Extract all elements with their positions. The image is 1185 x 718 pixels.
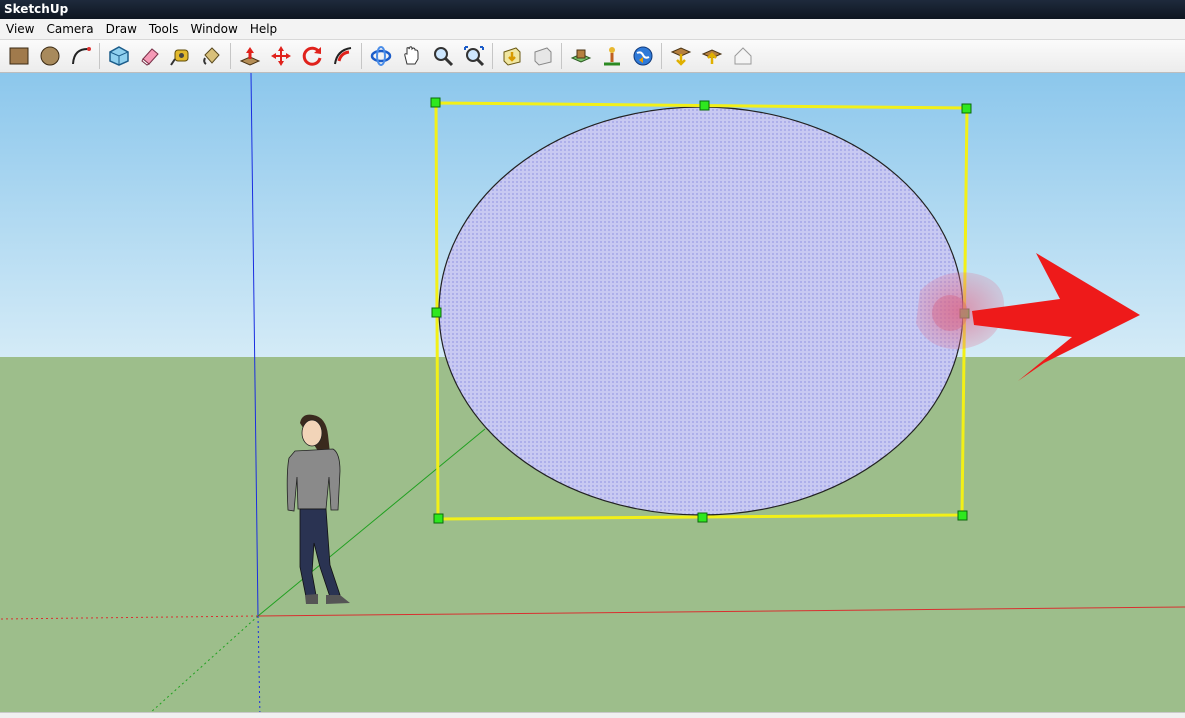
window-title: SketchUp bbox=[4, 2, 69, 16]
share-component-button[interactable] bbox=[697, 42, 726, 71]
grip-bottom-middle[interactable] bbox=[697, 512, 708, 523]
rectangle-tool-icon bbox=[9, 47, 28, 65]
make-component-button[interactable] bbox=[104, 42, 133, 71]
pan-button[interactable] bbox=[397, 42, 426, 71]
grip-bottom-left[interactable] bbox=[433, 513, 444, 524]
tape-measure-icon bbox=[169, 49, 188, 66]
menu-help[interactable]: Help bbox=[244, 19, 283, 40]
follow-me-button[interactable] bbox=[328, 42, 357, 71]
pan-icon bbox=[403, 46, 418, 65]
toolbar-separator bbox=[561, 43, 562, 69]
orbit-button[interactable] bbox=[366, 42, 395, 71]
rotate-icon bbox=[302, 46, 321, 66]
add-location-button[interactable] bbox=[566, 42, 595, 71]
arc-tool-icon bbox=[71, 47, 91, 65]
grip-top-middle[interactable] bbox=[699, 100, 710, 111]
get-models-button[interactable] bbox=[497, 42, 526, 71]
tape-measure-button[interactable] bbox=[166, 42, 195, 71]
scene-canvas[interactable] bbox=[0, 73, 1185, 718]
follow-me-icon bbox=[333, 47, 351, 65]
share-model-icon bbox=[534, 47, 551, 66]
zoom-extents-icon bbox=[463, 46, 484, 67]
move-button[interactable] bbox=[266, 42, 295, 71]
grip-top-right[interactable] bbox=[961, 103, 972, 114]
orbit-icon bbox=[370, 46, 391, 66]
toolbar-separator bbox=[230, 43, 231, 69]
toggle-terrain-icon bbox=[603, 47, 620, 66]
add-location-icon bbox=[570, 49, 591, 63]
push-pull-button[interactable] bbox=[235, 42, 264, 71]
grip-left-middle[interactable] bbox=[431, 307, 442, 318]
get-models-2-button[interactable] bbox=[666, 42, 695, 71]
eraser-button[interactable] bbox=[135, 42, 164, 71]
menu-view[interactable]: View bbox=[0, 19, 40, 40]
menu-bar: View Camera Draw Tools Window Help bbox=[0, 19, 1185, 40]
toolbar-separator bbox=[492, 43, 493, 69]
menu-window[interactable]: Window bbox=[184, 19, 243, 40]
circle-tool-button[interactable] bbox=[35, 42, 64, 71]
make-component-icon bbox=[108, 46, 129, 66]
grip-top-left[interactable] bbox=[430, 97, 441, 108]
menu-tools[interactable]: Tools bbox=[143, 19, 185, 40]
paint-bucket-icon bbox=[202, 47, 220, 65]
arc-tool-button[interactable] bbox=[66, 42, 95, 71]
menu-camera[interactable]: Camera bbox=[40, 19, 99, 40]
status-bar bbox=[0, 712, 1185, 718]
menu-draw[interactable]: Draw bbox=[100, 19, 143, 40]
upload-building-button[interactable] bbox=[728, 42, 757, 71]
toolbar-separator bbox=[99, 43, 100, 69]
eraser-icon bbox=[140, 48, 159, 66]
share-model-button[interactable] bbox=[528, 42, 557, 71]
grip-bottom-right[interactable] bbox=[957, 510, 968, 521]
drawing-viewport[interactable] bbox=[0, 73, 1185, 718]
upload-building-icon bbox=[734, 47, 751, 65]
circle-tool-icon bbox=[40, 46, 59, 66]
paint-bucket-button[interactable] bbox=[197, 42, 226, 71]
share-component-icon bbox=[701, 49, 722, 64]
toolbar-separator bbox=[361, 43, 362, 69]
preview-google-earth-button[interactable] bbox=[628, 42, 657, 71]
get-models-2-icon bbox=[670, 47, 691, 66]
rotate-button[interactable] bbox=[297, 42, 326, 71]
ellipse-face[interactable] bbox=[438, 106, 964, 516]
preview-google-earth-icon bbox=[633, 46, 652, 66]
toolbar-separator bbox=[661, 43, 662, 69]
zoom-extents-button[interactable] bbox=[459, 42, 488, 71]
zoom-button[interactable] bbox=[428, 42, 457, 71]
main-toolbar bbox=[0, 40, 1185, 73]
toggle-terrain-button[interactable] bbox=[597, 42, 626, 71]
get-models-icon bbox=[503, 47, 520, 66]
push-pull-icon bbox=[239, 47, 260, 66]
window-titlebar: SketchUp bbox=[0, 0, 1185, 19]
zoom-icon bbox=[433, 47, 453, 67]
move-icon bbox=[270, 46, 291, 66]
rectangle-tool-button[interactable] bbox=[4, 42, 33, 71]
